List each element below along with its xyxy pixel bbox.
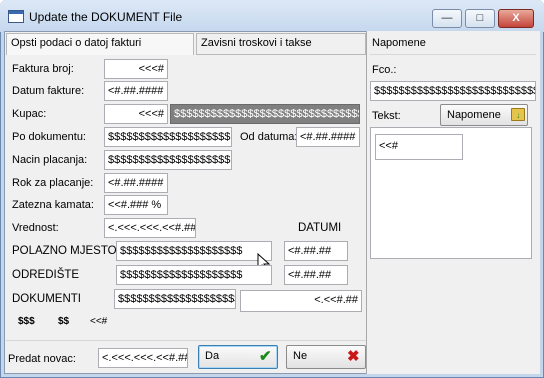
dokumenti-field[interactable]: $$$$$$$$$$$$$$$$$$$$ [114, 289, 236, 309]
footer-tag-3: <<# [90, 316, 108, 327]
tekst-label: Tekst: [372, 110, 401, 122]
datumi-header: DATUMI [298, 222, 342, 234]
rok-za-placanje-label: Rok za placanje: [12, 177, 94, 189]
predat-novac-label: Predat novac: [8, 353, 76, 365]
notes-divider [370, 54, 536, 55]
kupac-label: Kupac: [12, 108, 47, 120]
ne-button[interactable]: Ne ✖ [286, 345, 366, 369]
window-icon [8, 10, 24, 23]
vrednost-field[interactable]: <.<<<.<<<.<<#.## [104, 218, 196, 238]
datum-fakture-label: Datum fakture: [12, 85, 85, 97]
footer-tag-2: $$ [58, 316, 70, 327]
faktura-broj-label: Faktura broj: [12, 63, 74, 75]
footer-divider [6, 340, 366, 341]
napomene-button-label: Napomene [447, 109, 501, 121]
faktura-broj-field[interactable]: <<<# [104, 59, 168, 79]
kupac-name-field[interactable]: $$$$$$$$$$$$$$$$$$$$$$$$$$$$$$$$$$$ [170, 104, 360, 124]
od-datuma-field[interactable]: <#.##.#### [296, 127, 360, 147]
ne-button-label: Ne [293, 350, 308, 362]
minimize-icon[interactable]: — [432, 9, 462, 28]
tab-zavisni-troskovi[interactable]: Zavisni troskovi i takse [196, 33, 366, 55]
memo-field[interactable]: <<# [375, 134, 463, 160]
dokumenti-amount-field[interactable]: <.<<#.## [240, 290, 362, 312]
odrediste-field[interactable]: $$$$$$$$$$$$$$$$$$$$ [116, 265, 272, 285]
od-datuma-label: Od datuma: [240, 131, 298, 143]
footer-tag-1: $$$ [18, 316, 35, 327]
zatezna-kamata-label: Zatezna kamata: [12, 199, 94, 211]
odrediste-label: ODREDIŠTE [12, 269, 80, 281]
polazno-mjesto-date-field[interactable]: <#.##.## [284, 241, 348, 261]
fco-label: Fco.: [372, 64, 397, 76]
zatezna-kamata-field[interactable]: <<#.### % [104, 195, 168, 215]
folder-icon: ↓ [511, 108, 525, 121]
polazno-mjesto-field[interactable]: $$$$$$$$$$$$$$$$$$$$ [116, 241, 272, 261]
polazno-mjesto-label: POLAZNO MJESTO [12, 245, 117, 257]
nacin-placanja-label: Nacin placanja: [12, 154, 88, 166]
da-button-label: Da [205, 350, 220, 362]
datum-fakture-field[interactable]: <#.##.#### [104, 81, 168, 101]
po-dokumentu-field[interactable]: $$$$$$$$$$$$$$$$$$$$ [104, 127, 232, 147]
nacin-placanja-field[interactable]: $$$$$$$$$$$$$$$$$$$$ [104, 150, 232, 170]
vrednost-label: Vrednost: [12, 222, 59, 234]
tab-opsti-podaci[interactable]: Opsti podaci o datoj fakturi [6, 33, 194, 55]
po-dokumentu-label: Po dokumentu: [12, 131, 86, 143]
cancel-x-icon: ✖ [347, 348, 360, 365]
dokumenti-label: DOKUMENTI [12, 293, 81, 305]
da-button[interactable]: Da ✔ [198, 345, 278, 369]
kupac-code-field[interactable]: <<<# [104, 104, 168, 124]
predat-novac-field[interactable]: <.<<<.<<<.<<#.## [98, 348, 188, 368]
odrediste-date-field[interactable]: <#.##.## [284, 265, 348, 285]
window-title: Update the DOKUMENT File [29, 10, 183, 24]
close-icon[interactable]: X [498, 9, 534, 28]
check-icon: ✔ [259, 348, 272, 365]
fco-field[interactable]: $$$$$$$$$$$$$$$$$$$$$$$$$$$$$$$$$$$$$$$$… [370, 81, 536, 101]
napomene-button[interactable]: Napomene ↓ [440, 104, 528, 126]
maximize-icon[interactable]: □ [465, 9, 495, 28]
notes-header: Napomene [372, 37, 426, 49]
rok-za-placanje-field[interactable]: <#.##.#### [104, 173, 168, 193]
